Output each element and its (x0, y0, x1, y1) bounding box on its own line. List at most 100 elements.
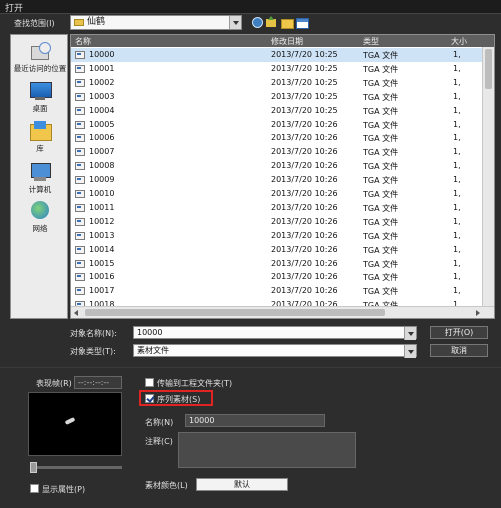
column-type[interactable]: 类型 (363, 36, 379, 47)
file-row[interactable]: 10003 2013/7/20 10:25 TGA 文件 1, (71, 90, 483, 104)
scroll-left-icon[interactable] (74, 310, 78, 316)
object-name-input[interactable]: 10000 (133, 326, 417, 340)
place-recent[interactable]: 最近访问的位置 (11, 41, 69, 74)
frame-timecode[interactable]: --:--:--:-- (74, 376, 122, 389)
show-properties-checkbox[interactable] (30, 484, 39, 493)
file-row[interactable]: 10002 2013/7/20 10:25 TGA 文件 1, (71, 76, 483, 90)
place-computer[interactable]: 计算机 (11, 162, 69, 195)
file-date: 2013/7/20 10:26 (271, 286, 338, 296)
up-folder-icon[interactable] (265, 16, 278, 29)
library-icon (29, 121, 52, 141)
object-type-select[interactable]: 素材文件 (133, 344, 417, 358)
tga-file-icon (75, 203, 85, 212)
column-date[interactable]: 修改日期 (271, 36, 303, 47)
clip-notes-input[interactable] (178, 432, 356, 468)
window-title: 打开 (0, 0, 501, 14)
file-size: 1, (453, 244, 461, 254)
file-row[interactable]: 10010 2013/7/20 10:26 TGA 文件 1, (71, 187, 483, 201)
network-icon (29, 201, 51, 221)
object-name-value: 10000 (137, 328, 163, 337)
folder-icon (74, 19, 84, 26)
back-icon[interactable] (251, 16, 264, 29)
lookin-label: 查找范围(I) (14, 19, 55, 28)
file-size: 1, (453, 119, 461, 129)
file-row[interactable]: 10013 2013/7/20 10:26 TGA 文件 1, (71, 229, 483, 243)
tga-file-icon (75, 92, 85, 101)
slider-knob[interactable] (30, 462, 37, 473)
file-name: 10011 (89, 202, 115, 212)
file-size: 1, (453, 189, 461, 198)
new-folder-icon[interactable] (280, 16, 294, 29)
file-row[interactable]: 10008 2013/7/20 10:26 TGA 文件 1, (71, 159, 483, 173)
column-size[interactable]: 大小 (451, 36, 467, 47)
tga-file-icon (75, 217, 85, 226)
file-size: 1, (453, 258, 461, 268)
file-row[interactable]: 10012 2013/7/20 10:26 TGA 文件 1, (71, 215, 483, 229)
tga-file-icon (75, 176, 85, 185)
scroll-right-icon[interactable] (476, 310, 480, 316)
places-bar: 最近访问的位置 桌面 库 计算机 网络 (10, 34, 68, 319)
object-type-value: 素材文件 (137, 346, 169, 355)
open-button[interactable]: 打开(O) (430, 326, 488, 339)
file-row[interactable]: 10011 2013/7/20 10:26 TGA 文件 1, (71, 201, 483, 215)
horizontal-scrollbar[interactable] (71, 306, 494, 318)
file-row[interactable]: 10000 2013/7/20 10:25 TGA 文件 1, (71, 48, 483, 62)
clip-color-button[interactable]: 默认 (196, 478, 288, 491)
sequence-clip-label: 序列素材(S) (157, 395, 201, 404)
file-date: 2013/7/20 10:26 (271, 147, 338, 157)
file-row[interactable]: 10014 2013/7/20 10:26 TGA 文件 1, (71, 243, 483, 257)
file-type: TGA 文件 (363, 259, 399, 269)
file-row[interactable]: 10016 2013/7/20 10:26 TGA 文件 1, (71, 270, 483, 284)
place-label: 最近访问的位置 (13, 64, 67, 73)
vertical-scroll-thumb[interactable] (485, 49, 492, 89)
file-name: 10007 (89, 147, 115, 157)
vertical-scrollbar[interactable] (482, 47, 494, 306)
file-row[interactable]: 10001 2013/7/20 10:25 TGA 文件 1, (71, 62, 483, 76)
file-date: 2013/7/20 10:26 (271, 161, 338, 171)
file-name: 10010 (89, 189, 115, 198)
file-row[interactable]: 10007 2013/7/20 10:26 TGA 文件 1, (71, 145, 483, 159)
tga-file-icon (75, 273, 85, 282)
file-row[interactable]: 10004 2013/7/20 10:25 TGA 文件 1, (71, 104, 483, 118)
file-date: 2013/7/20 10:25 (271, 50, 338, 59)
file-size: 1, (453, 91, 461, 101)
tga-file-icon (75, 259, 85, 268)
column-name[interactable]: 名称 (75, 36, 91, 47)
file-row[interactable]: 10009 2013/7/20 10:26 TGA 文件 1, (71, 173, 483, 187)
place-library[interactable]: 库 (11, 121, 69, 154)
preview-slider[interactable] (30, 462, 122, 473)
cancel-button[interactable]: 取消 (430, 344, 488, 357)
file-type: TGA 文件 (363, 120, 399, 130)
lookin-dropdown[interactable]: 仙鹤 (70, 15, 242, 30)
file-size: 1, (453, 105, 461, 115)
place-network[interactable]: 网络 (11, 201, 69, 234)
horizontal-scroll-thumb[interactable] (85, 309, 385, 316)
file-date: 2013/7/20 10:26 (271, 216, 338, 226)
file-date: 2013/7/20 10:26 (271, 258, 338, 268)
clip-color-label: 素材颜色(L) (145, 481, 188, 490)
clip-name-input[interactable]: 10000 (185, 414, 325, 427)
tga-file-icon (75, 64, 85, 73)
file-row[interactable]: 10006 2013/7/20 10:26 TGA 文件 1, (71, 131, 483, 145)
sequence-clip-checkbox[interactable] (145, 394, 154, 403)
file-name: 10016 (89, 272, 115, 282)
file-list[interactable]: 名称 修改日期 类型 大小 10000 2013/7/20 10:25 TGA 文件… (70, 34, 495, 319)
tga-file-icon (75, 134, 85, 143)
chevron-down-icon[interactable] (229, 16, 241, 29)
chevron-down-icon[interactable] (404, 327, 416, 340)
tga-file-icon (75, 106, 85, 115)
transfer-to-project-checkbox[interactable] (145, 378, 154, 387)
file-row[interactable]: 10017 2013/7/20 10:26 TGA 文件 1, (71, 284, 483, 298)
file-name: 10017 (89, 286, 115, 296)
file-size: 1, (453, 77, 461, 87)
file-date: 2013/7/20 10:26 (271, 272, 338, 282)
show-properties-label: 显示属性(P) (42, 485, 86, 494)
chevron-down-icon[interactable] (404, 345, 416, 358)
view-menu-icon[interactable] (295, 16, 309, 29)
file-name: 10013 (89, 230, 115, 240)
file-size: 1, (453, 161, 461, 171)
file-type: TGA 文件 (363, 106, 399, 116)
place-desktop[interactable]: 桌面 (11, 81, 69, 114)
file-row[interactable]: 10015 2013/7/20 10:26 TGA 文件 1, (71, 257, 483, 271)
file-row[interactable]: 10005 2013/7/20 10:26 TGA 文件 1, (71, 118, 483, 132)
